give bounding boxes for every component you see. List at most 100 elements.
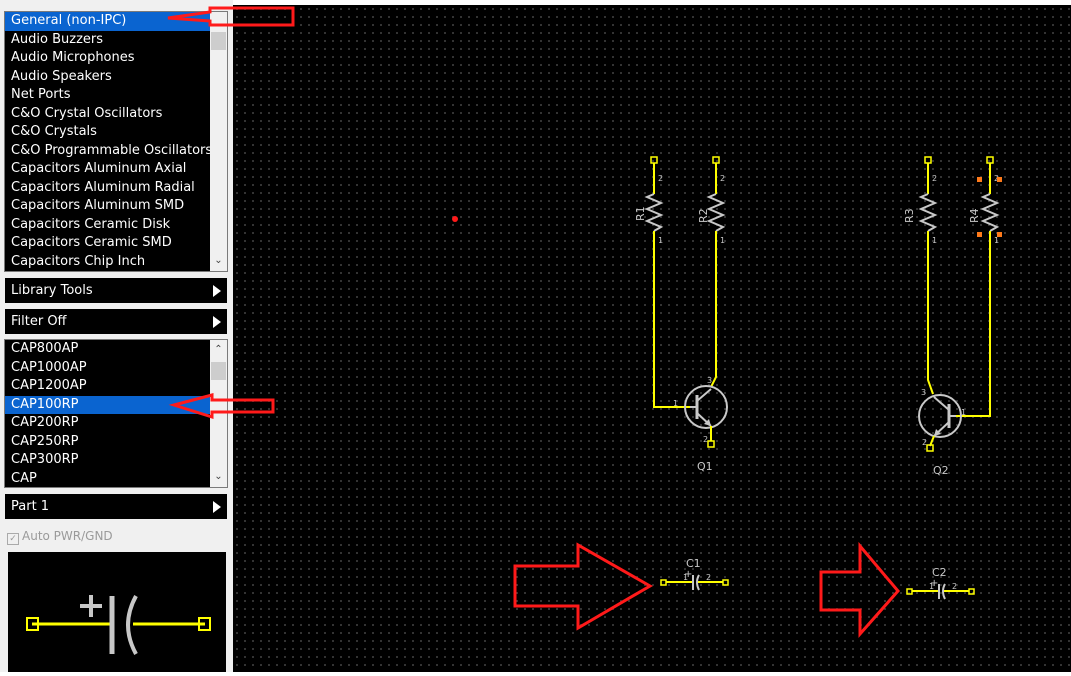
r4-selection-handle[interactable]	[997, 232, 1002, 237]
r3-ref-label: R3	[903, 208, 916, 223]
library-item-audio-speakers[interactable]: Audio Speakers	[5, 68, 227, 87]
q1-ref-label: Q1	[697, 460, 713, 473]
capacitor-c1[interactable]: + 1 2 C1	[660, 557, 729, 591]
library-list[interactable]: General (non-IPC) Audio Buzzers Audio Mi…	[4, 11, 228, 272]
parts-list-scroll-thumb[interactable]	[211, 362, 226, 380]
q2-pin3-label: 3	[921, 388, 926, 397]
scroll-down-icon[interactable]: ⌄	[210, 253, 227, 269]
scroll-down-icon[interactable]: ⌄	[210, 469, 227, 485]
c2-ref-label: C2	[932, 566, 947, 579]
q1-pin3-label: 3	[707, 376, 712, 385]
scroll-up-icon[interactable]: ⌃	[210, 342, 227, 358]
library-panel: General (non-IPC) Audio Buzzers Audio Mi…	[0, 0, 233, 672]
filter-label: Filter Off	[11, 314, 67, 329]
c1-pin2-label: 2	[706, 573, 711, 582]
library-item-co-crystal-oscillators[interactable]: C&O Crystal Oscillators	[5, 105, 227, 124]
schematic-drawing: 2 1 R1 2 1 R2 2 1 R3 2 1 R4 1 2 3 Q1 3 2…	[452, 156, 1002, 600]
chevron-right-icon	[213, 501, 221, 513]
chevron-right-icon	[213, 316, 221, 328]
auto-pwr-gnd-label: Auto PWR/GND	[22, 529, 113, 543]
part-item-cap250rp[interactable]: CAP250RP	[5, 433, 227, 452]
q2-pin2-label: 2	[922, 438, 927, 447]
r4-pin-top	[986, 156, 994, 164]
parts-list-scrollbar[interactable]: ⌃ ⌄	[210, 340, 227, 487]
resistor-r2[interactable]: 2 1 R2	[697, 156, 726, 245]
r2-body	[706, 193, 726, 232]
part-selector-label: Part 1	[11, 499, 50, 514]
r4-ref-label: R4	[968, 208, 981, 223]
parts-list[interactable]: CAP800AP CAP1000AP CAP1200AP CAP100RP CA…	[4, 339, 228, 488]
library-list-scrollbar[interactable]: ⌄	[210, 12, 227, 271]
r2-pin2-label: 2	[720, 174, 725, 183]
c1-ref-label: C1	[686, 557, 701, 570]
filter-dropdown[interactable]: Filter Off	[5, 309, 227, 334]
part-item-cap800ap[interactable]: CAP800AP	[5, 340, 227, 359]
r2-pin-top	[712, 156, 720, 164]
r1-ref-label: R1	[634, 206, 647, 221]
library-item-capacitors-ceramic-smd[interactable]: Capacitors Ceramic SMD	[5, 234, 227, 253]
c2-pin2-label: 2	[952, 582, 957, 591]
part-item-cap[interactable]: CAP	[5, 470, 227, 488]
c1-pin-left	[660, 579, 667, 586]
r4-selection-handle[interactable]	[997, 177, 1002, 182]
library-list-scroll-thumb[interactable]	[211, 32, 226, 50]
resistor-r1[interactable]: 2 1 R1	[634, 156, 664, 245]
c1-pin1-label: 1	[683, 573, 688, 582]
r2-pin1-label: 1	[720, 236, 725, 245]
resistor-r3[interactable]: 2 1 R3	[903, 156, 938, 245]
r4-selection-handle[interactable]	[977, 177, 982, 182]
part-item-cap1000ap[interactable]: CAP1000AP	[5, 359, 227, 378]
library-item-audio-buzzers[interactable]: Audio Buzzers	[5, 31, 227, 50]
part-selector-dropdown[interactable]: Part 1	[5, 494, 227, 519]
r4-selection-handle[interactable]	[977, 232, 982, 237]
part-preview	[8, 552, 226, 672]
library-item-capacitors-chip-inch[interactable]: Capacitors Chip Inch	[5, 253, 227, 272]
library-item-co-programmable-oscillators[interactable]: C&O Programmable Oscillators	[5, 142, 227, 161]
part-item-cap200rp[interactable]: CAP200RP	[5, 414, 227, 433]
cursor-marker	[452, 216, 458, 222]
transistor-q2[interactable]: 3 2 1 Q2	[918, 388, 966, 477]
c2-pin-right	[968, 588, 975, 595]
r4-body	[980, 193, 1000, 232]
q2-collector	[933, 396, 950, 411]
r3-pin1-label: 1	[932, 236, 937, 245]
r1-pin2-label: 2	[658, 174, 663, 183]
c1-pin-right	[722, 579, 729, 586]
capacitor-c2[interactable]: + 1 2 C2	[906, 566, 975, 600]
wire-r2-q1	[710, 243, 717, 388]
library-item-general[interactable]: General (non-IPC)	[5, 12, 227, 31]
r3-pin2-label: 2	[932, 174, 937, 183]
resistor-r4[interactable]: 2 1 R4	[968, 156, 1002, 245]
library-item-audio-microphones[interactable]: Audio Microphones	[5, 49, 227, 68]
q1-pin-emitter	[707, 440, 715, 448]
c2-pin-left	[906, 588, 913, 595]
library-item-capacitors-aluminum-axial[interactable]: Capacitors Aluminum Axial	[5, 160, 227, 179]
library-item-co-crystals[interactable]: C&O Crystals	[5, 123, 227, 142]
library-item-capacitors-aluminum-radial[interactable]: Capacitors Aluminum Radial	[5, 179, 227, 198]
library-item-capacitors-aluminum-smd[interactable]: Capacitors Aluminum SMD	[5, 197, 227, 216]
library-item-net-ports[interactable]: Net Ports	[5, 86, 227, 105]
r3-body	[918, 193, 938, 232]
q1-pin1-label: 1	[673, 399, 678, 408]
c2-pin1-label: 1	[929, 582, 934, 591]
r1-pin1-label: 1	[658, 236, 663, 245]
capacitor-preview-symbol	[26, 595, 211, 655]
q1-collector	[696, 388, 712, 402]
library-item-capacitors-ceramic-disk[interactable]: Capacitors Ceramic Disk	[5, 216, 227, 235]
transistor-q1[interactable]: 1 2 3 Q2 Q1	[673, 376, 728, 473]
r1-pin-top	[650, 156, 658, 164]
r4-pin1-label: 1	[994, 236, 999, 245]
part-item-cap1200ap[interactable]: CAP1200AP	[5, 377, 227, 396]
schematic-canvas[interactable]: 2 1 R1 2 1 R2 2 1 R3 2 1 R4 1 2 3 Q1 3 2…	[233, 5, 1071, 672]
part-item-cap300rp[interactable]: CAP300RP	[5, 451, 227, 470]
part-item-cap100rp[interactable]: CAP100RP	[5, 395, 227, 414]
r3-pin-top	[924, 156, 932, 164]
chevron-right-icon	[213, 285, 221, 297]
r2-ref-label: R2	[697, 208, 710, 223]
checkbox-check-icon: ✓	[7, 533, 19, 545]
wire-r4-q2	[956, 243, 991, 417]
wire-r1-q1	[653, 243, 690, 408]
library-tools-dropdown[interactable]: Library Tools	[5, 278, 227, 303]
auto-pwr-gnd-checkbox[interactable]: ✓ Auto PWR/GND	[7, 528, 113, 545]
q1-pin2-label: 2	[703, 435, 708, 444]
